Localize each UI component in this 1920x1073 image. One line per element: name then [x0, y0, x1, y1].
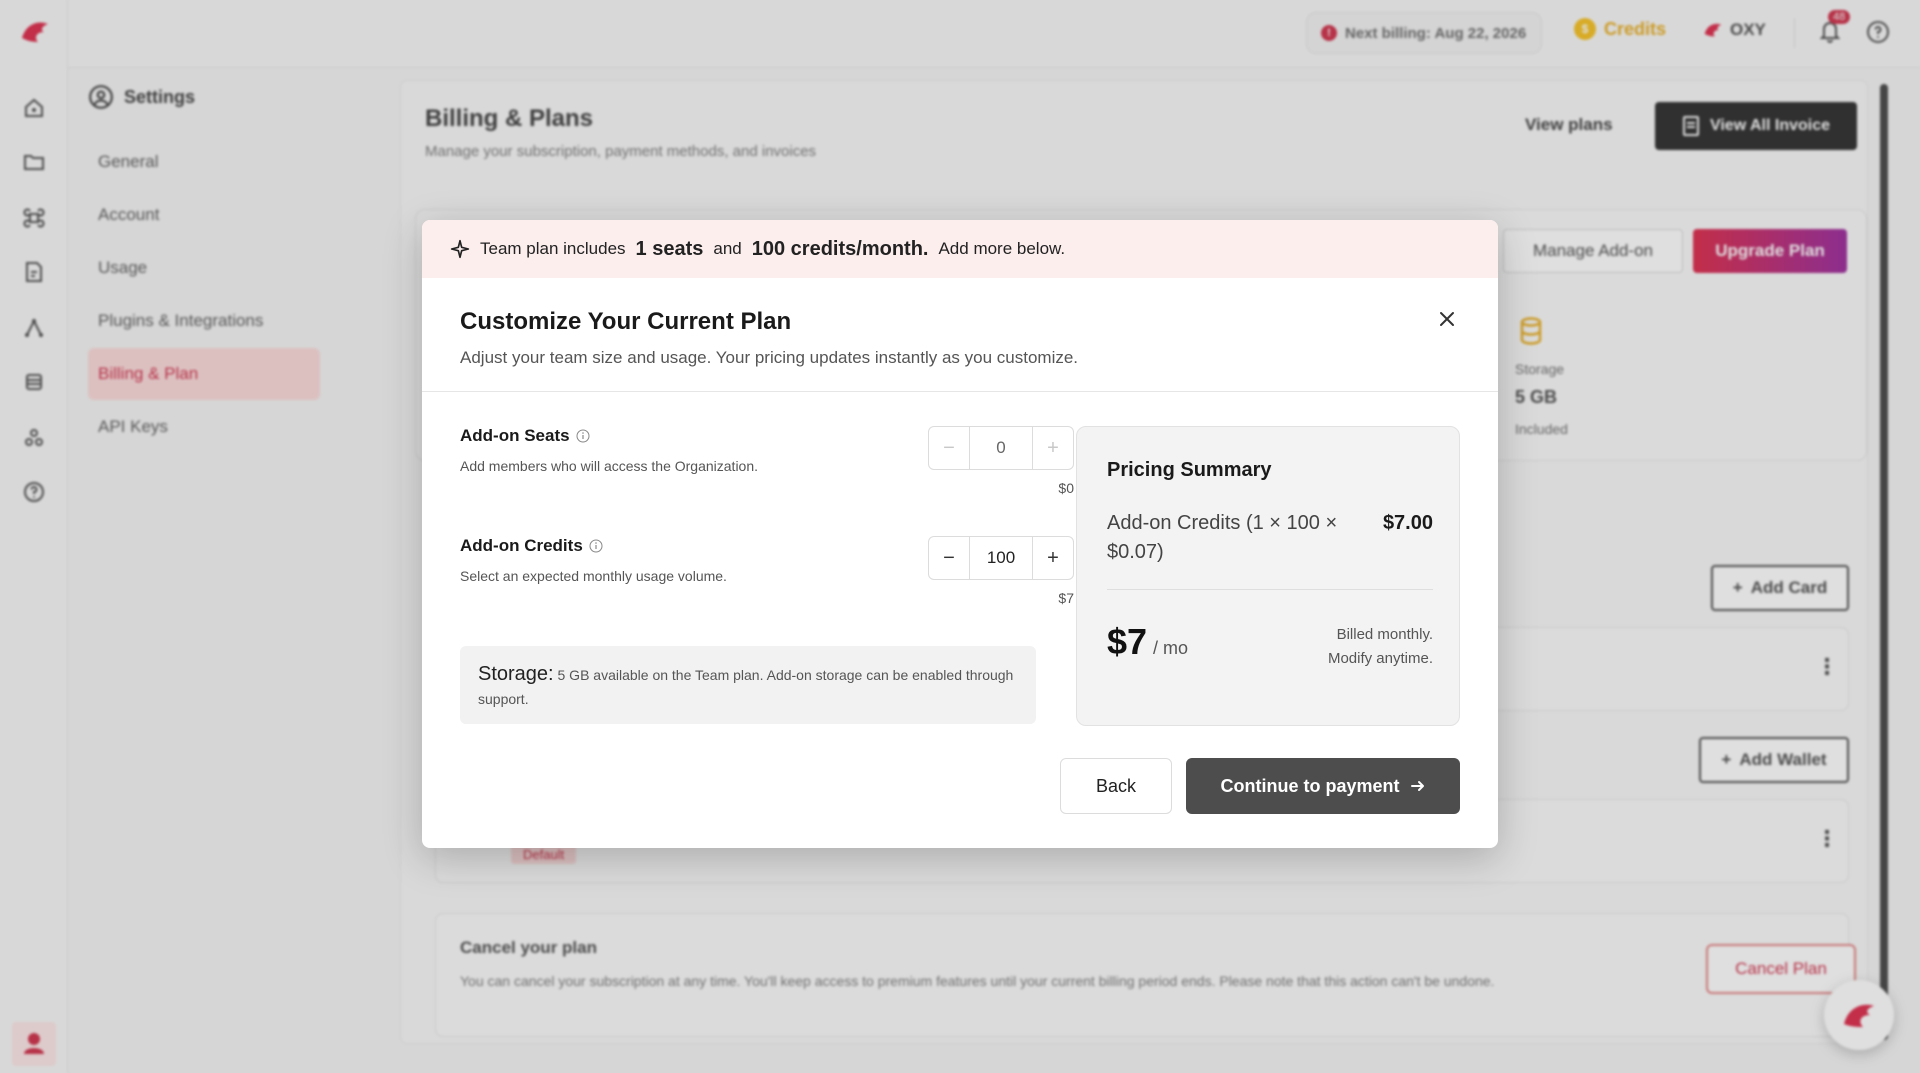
credits-stepper: − 100 +	[928, 536, 1074, 580]
continue-to-payment-button[interactable]: Continue to payment	[1186, 758, 1460, 814]
info-icon[interactable]	[589, 539, 603, 553]
customize-plan-modal: Team plan includes 1 seats and 100 credi…	[422, 220, 1498, 848]
pricing-summary-title: Pricing Summary	[1107, 459, 1272, 481]
banner-credits: 100 credits/month.	[751, 237, 929, 260]
storage-note-label: Storage:	[478, 663, 554, 685]
storage-note: Storage: 5 GB available on the Team plan…	[460, 646, 1036, 724]
summary-line-amount: $7.00	[1382, 512, 1433, 534]
credits-decrement-button[interactable]: −	[929, 537, 969, 579]
billing-note-1: Billed monthly.	[1336, 626, 1433, 643]
summary-divider	[1107, 589, 1433, 590]
total-period: / mo	[1153, 638, 1189, 658]
seats-increment-button[interactable]: +	[1033, 427, 1073, 469]
credits-price: $7	[1058, 590, 1074, 606]
seats-price: $0	[1058, 480, 1074, 496]
addon-credits-row: Add-on Credits Select an expected monthl…	[460, 536, 1074, 606]
addon-seats-title: Add-on Seats	[460, 426, 570, 445]
storage-note-text: 5 GB available on the Team plan. Add-on …	[478, 667, 1014, 707]
billing-note: Billed monthly. Modify anytime.	[1257, 623, 1433, 671]
credits-value[interactable]: 100	[969, 537, 1033, 579]
close-icon[interactable]	[1436, 308, 1458, 330]
banner-prefix: Team plan includes	[480, 239, 626, 258]
credits-increment-button[interactable]: +	[1033, 537, 1073, 579]
info-icon[interactable]	[576, 429, 590, 443]
banner-and: and	[713, 239, 742, 258]
billing-note-2: Modify anytime.	[1327, 650, 1433, 667]
summary-total: $7 / mo	[1107, 621, 1188, 663]
seats-stepper: − 0 +	[928, 426, 1074, 470]
modal-header: Customize Your Current Plan Adjust your …	[422, 278, 1498, 392]
modal-title: Customize Your Current Plan	[460, 308, 792, 335]
plan-info-banner: Team plan includes 1 seats and 100 credi…	[422, 220, 1498, 278]
pricing-summary: Pricing Summary Add-on Credits (1 × 100 …	[1076, 426, 1460, 726]
seats-decrement-button[interactable]: −	[929, 427, 969, 469]
arrow-right-icon	[1410, 781, 1424, 791]
continue-label: Continue to payment	[1220, 775, 1400, 796]
modal-subtitle: Adjust your team size and usage. Your pr…	[460, 348, 1079, 367]
seats-value[interactable]: 0	[969, 427, 1033, 469]
total-price: $7	[1107, 621, 1148, 662]
back-button[interactable]: Back	[1060, 758, 1172, 814]
banner-seats: 1 seats	[635, 237, 704, 260]
summary-line-label: Add-on Credits (1 × 100 × $0.07)	[1107, 512, 1338, 563]
sparkle-icon	[450, 239, 470, 259]
banner-suffix: Add more below.	[938, 239, 1066, 258]
addon-credits-title: Add-on Credits	[460, 536, 583, 555]
addon-seats-row: Add-on Seats Add members who will access…	[460, 426, 1074, 496]
